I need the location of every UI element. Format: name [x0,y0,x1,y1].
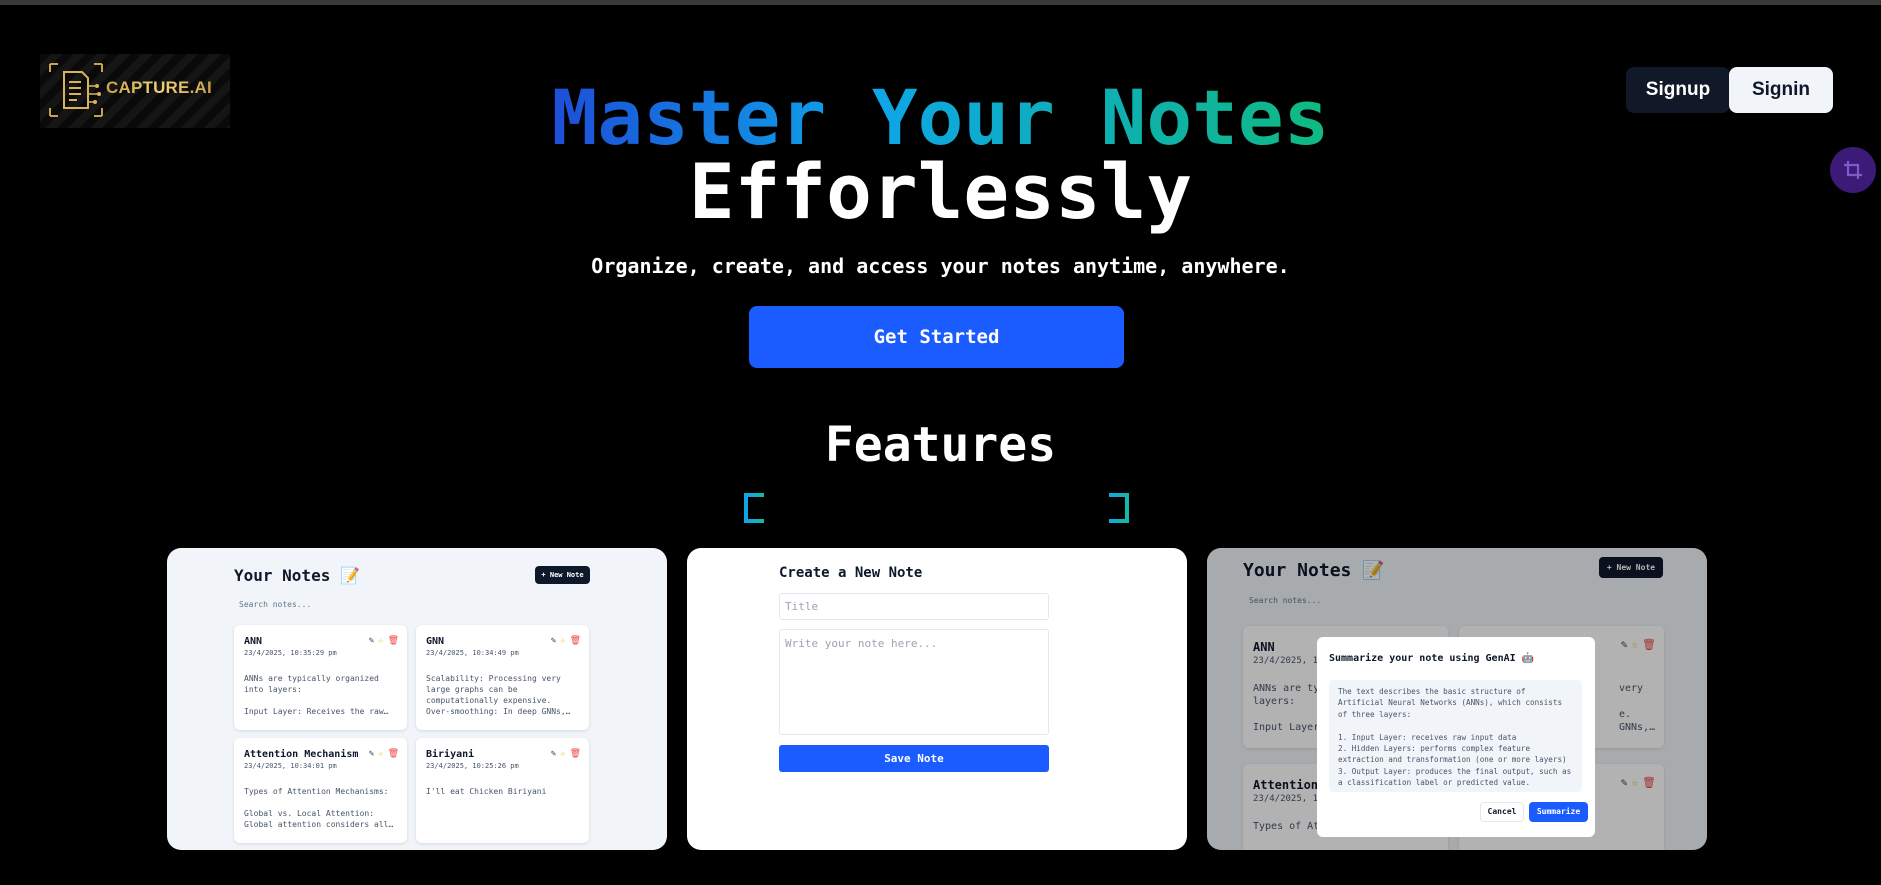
get-started-button[interactable]: Get Started [749,306,1124,368]
star-icon[interactable]: ☆ [378,637,383,646]
note-body-textarea[interactable]: Write your note here... [779,629,1049,735]
summary-text: The text describes the basic structure o… [1329,680,1582,792]
note-title: ANN [244,636,263,647]
note-body: Types of Attention Mechanisms: Global vs… [244,787,394,829]
note-title: Attention Mechanism [244,749,359,760]
note-date: 23/4/2025, 10:25:26 pm [426,762,519,770]
note-date: 23/4/2025, 10:34:49 pm [426,649,519,657]
window-top-bar [0,0,1881,5]
feature-card-notes-list: Your Notes 📝 + New Note Search notes... … [167,548,667,850]
trash-icon[interactable]: 🗑 [570,750,581,759]
trash-icon[interactable]: 🗑 [388,637,399,646]
notes-list-title: Your Notes 📝 [234,566,360,585]
note-body: I'll eat Chicken Biriyani [426,787,547,796]
note-date: 23/4/2025, 10:34:01 pm [244,762,337,770]
note-body: ANNs are typically organized into layers… [244,674,389,716]
create-note-title: Create a New Note [779,565,923,581]
save-note-button[interactable]: Save Note [779,745,1049,772]
note-title: GNN [426,636,445,647]
note-actions: ✎ ☆ 🗑 [551,637,581,646]
note-card[interactable]: Attention Mechanism 23/4/2025, 10:34:01 … [234,738,407,843]
modal-title: Summarize your note using GenAI 🤖 [1329,653,1535,664]
star-icon[interactable]: ☆ [560,750,565,759]
star-icon[interactable]: ☆ [378,750,383,759]
note-title: Biriyani [426,749,475,760]
hero-title: Master Your Notes [0,78,1881,158]
note-date: 23/4/2025, 10:35:29 pm [244,649,337,657]
note-actions: ✎ ☆ 🗑 [369,637,399,646]
note-actions: ✎ ☆ 🗑 [551,750,581,759]
note-title-input[interactable]: Title [779,593,1049,620]
edit-icon[interactable]: ✎ [369,637,374,646]
summarize-modal: Summarize your note using GenAI 🤖 The te… [1317,637,1595,837]
edit-icon[interactable]: ✎ [369,750,374,759]
hero-title-plain: Efforlessly [688,147,1193,236]
hero-subtitle: Organize, create, and access your notes … [591,254,1290,278]
features-divider [744,493,1129,523]
note-card[interactable]: ANN 23/4/2025, 10:35:29 pm ✎ ☆ 🗑 ANNs ar… [234,625,407,730]
feature-card-create-note: Create a New Note Title Write your note … [687,548,1187,850]
star-icon[interactable]: ☆ [560,637,565,646]
note-body: Scalability: Processing very large graph… [426,674,571,716]
feature-card-summarize: Your Notes 📝 + New Note Search notes... … [1207,548,1707,850]
features-heading: Features [824,417,1057,473]
summarize-button[interactable]: Summarize [1529,802,1588,822]
edit-icon[interactable]: ✎ [551,637,556,646]
trash-icon[interactable]: 🗑 [388,750,399,759]
cancel-button[interactable]: Cancel [1480,802,1524,822]
search-notes-input[interactable]: Search notes... [239,600,311,609]
note-card[interactable]: Biriyani 23/4/2025, 10:25:26 pm ✎ ☆ 🗑 I'… [416,738,589,843]
new-note-button[interactable]: + New Note [535,566,590,584]
note-actions: ✎ ☆ 🗑 [369,750,399,759]
edit-icon[interactable]: ✎ [551,750,556,759]
trash-icon[interactable]: 🗑 [570,637,581,646]
note-card[interactable]: GNN 23/4/2025, 10:34:49 pm ✎ ☆ 🗑 Scalabi… [416,625,589,730]
